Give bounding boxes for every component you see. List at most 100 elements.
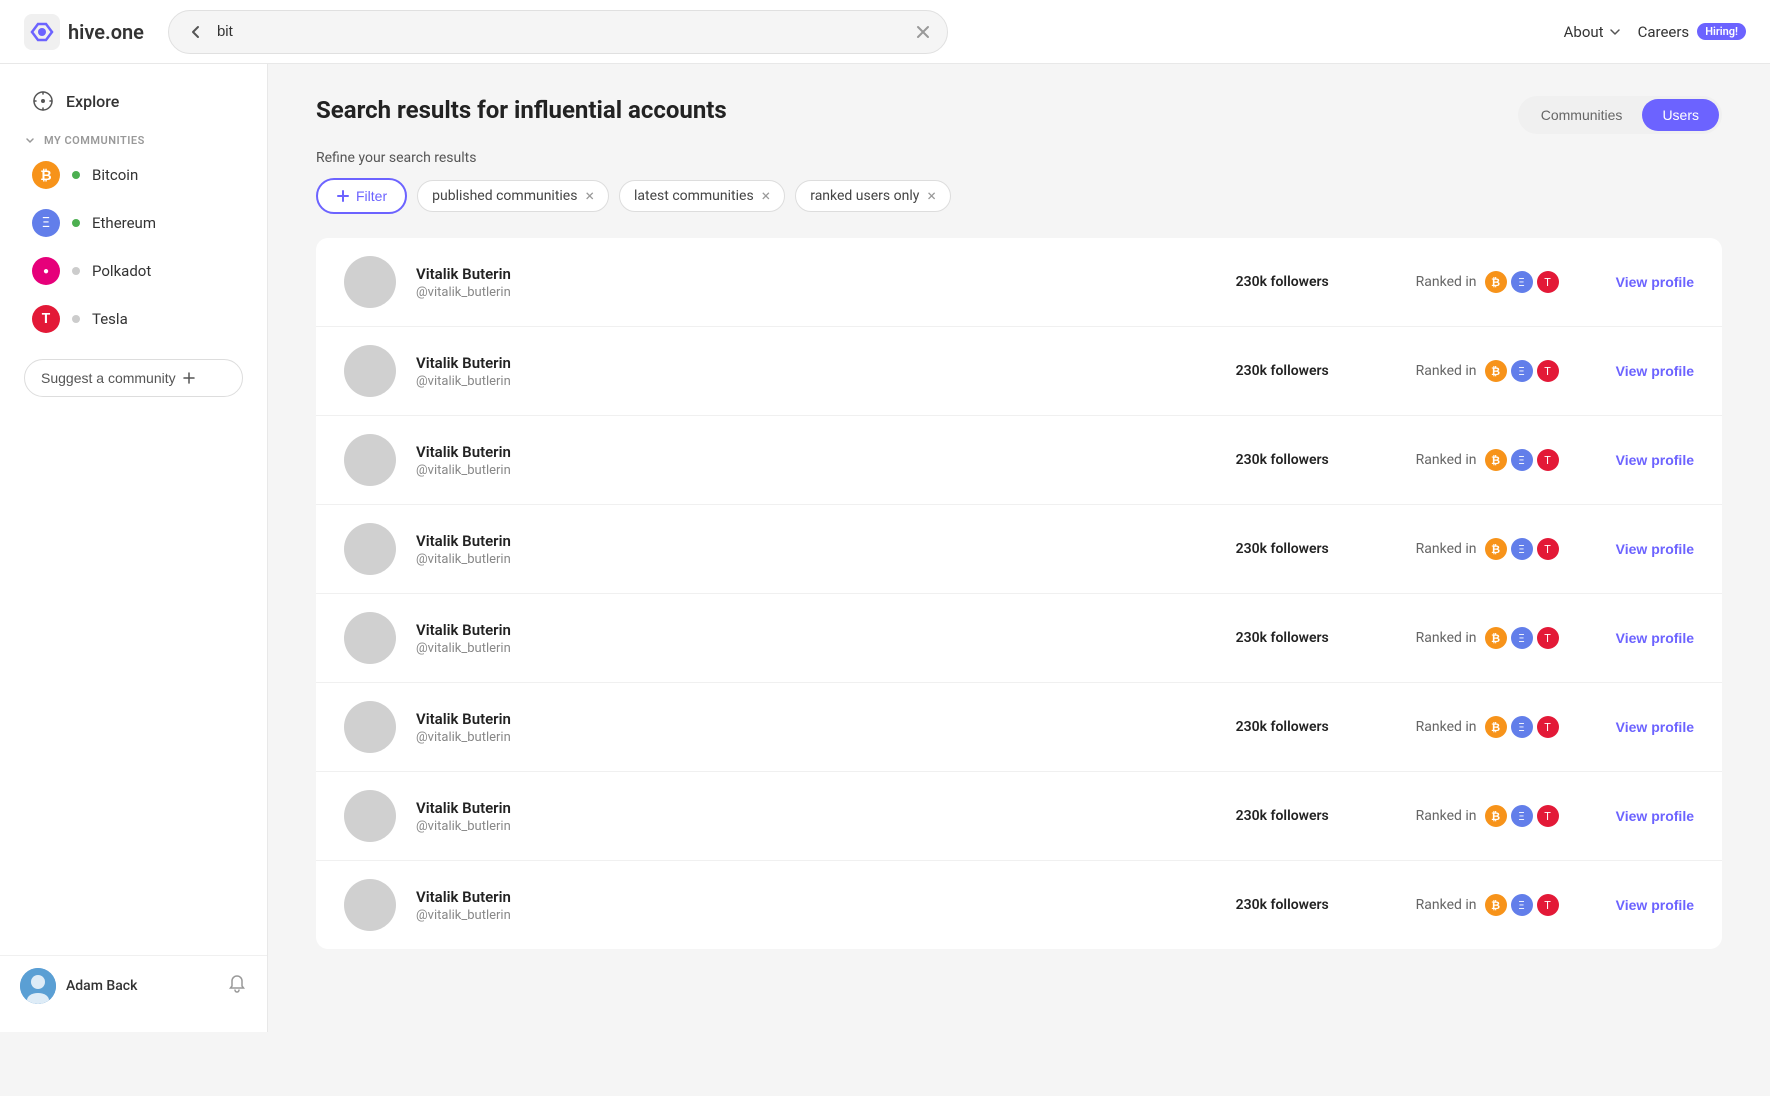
table-row: Vitalik Buterin @vitalik_butlerin 230k f…	[316, 505, 1722, 594]
result-handle: @vitalik_butlerin	[416, 819, 1216, 834]
result-name: Vitalik Buterin	[416, 710, 1216, 728]
bitcoin-community-icon: ₿	[1485, 627, 1507, 649]
search-title: Search results for influential accounts	[316, 96, 727, 124]
search-toggle: Communities Users	[1518, 96, 1722, 134]
bitcoin-icon: ₿	[32, 161, 60, 189]
bitcoin-label: Bitcoin	[92, 166, 138, 184]
result-info: Vitalik Buterin @vitalik_butlerin	[416, 710, 1216, 745]
result-ranked: Ranked in ₿ Ξ T	[1416, 538, 1596, 560]
avatar	[344, 790, 396, 842]
about-link[interactable]: About	[1564, 23, 1622, 41]
ethereum-label: Ethereum	[92, 214, 156, 232]
polkadot-icon: ●	[32, 257, 60, 285]
filter-button[interactable]: Filter	[316, 178, 407, 214]
sidebar-item-ethereum[interactable]: Ξ Ethereum	[8, 199, 259, 247]
ethereum-active-dot	[72, 219, 80, 227]
result-handle: @vitalik_butlerin	[416, 463, 1216, 478]
avatar-image	[20, 968, 56, 1004]
tesla-community-icon: T	[1537, 538, 1559, 560]
ethereum-community-icon: Ξ	[1511, 716, 1533, 738]
ethereum-community-icon: Ξ	[1511, 627, 1533, 649]
sidebar-item-tesla[interactable]: T Tesla	[8, 295, 259, 343]
result-handle: @vitalik_butlerin	[416, 374, 1216, 389]
bitcoin-community-icon: ₿	[1485, 360, 1507, 382]
filter-published-remove[interactable]: ×	[585, 188, 594, 204]
search-header: Search results for influential accounts …	[316, 96, 1722, 134]
polkadot-inactive-dot	[72, 267, 80, 275]
result-handle: @vitalik_butlerin	[416, 730, 1216, 745]
result-ranked: Ranked in ₿ Ξ T	[1416, 271, 1596, 293]
back-arrow-icon	[187, 23, 205, 41]
filter-latest-remove[interactable]: ×	[762, 188, 771, 204]
sidebar-footer: Adam Back	[0, 955, 267, 1016]
view-profile-button[interactable]: View profile	[1616, 897, 1694, 913]
logo[interactable]: hive.one	[24, 14, 144, 50]
filter-ranked-label: ranked users only	[810, 188, 919, 204]
explore-label: Explore	[66, 92, 119, 111]
view-profile-button[interactable]: View profile	[1616, 274, 1694, 290]
close-icon	[915, 24, 931, 40]
sidebar-item-polkadot[interactable]: ● Polkadot	[8, 247, 259, 295]
result-name: Vitalik Buterin	[416, 532, 1216, 550]
user-info: Adam Back	[20, 968, 137, 1004]
result-ranked: Ranked in ₿ Ξ T	[1416, 805, 1596, 827]
suggest-community-label: Suggest a community	[41, 370, 176, 386]
user-name: Adam Back	[66, 978, 137, 994]
ethereum-community-icon: Ξ	[1511, 271, 1533, 293]
view-profile-button[interactable]: View profile	[1616, 363, 1694, 379]
community-icons: ₿ Ξ T	[1485, 271, 1559, 293]
search-input[interactable]	[217, 23, 905, 40]
search-back-button[interactable]	[185, 21, 207, 43]
filter-tag-ranked: ranked users only ×	[795, 180, 951, 212]
filter-ranked-remove[interactable]: ×	[927, 188, 936, 204]
about-label: About	[1564, 23, 1604, 41]
tesla-community-icon: T	[1537, 360, 1559, 382]
avatar	[344, 345, 396, 397]
sidebar-explore[interactable]: Explore	[8, 80, 259, 122]
view-profile-button[interactable]: View profile	[1616, 719, 1694, 735]
avatar	[344, 612, 396, 664]
avatar	[344, 879, 396, 931]
tesla-community-icon: T	[1537, 894, 1559, 916]
result-info: Vitalik Buterin @vitalik_butlerin	[416, 888, 1216, 923]
tesla-inactive-dot	[72, 315, 80, 323]
view-profile-button[interactable]: View profile	[1616, 452, 1694, 468]
bell-icon[interactable]	[227, 974, 247, 998]
view-profile-button[interactable]: View profile	[1616, 808, 1694, 824]
logo-icon	[24, 14, 60, 50]
hiring-badge: Hiring!	[1697, 23, 1746, 40]
toggle-users-button[interactable]: Users	[1642, 99, 1719, 131]
toggle-communities-button[interactable]: Communities	[1521, 99, 1643, 131]
plus-icon	[182, 371, 196, 385]
result-name: Vitalik Buterin	[416, 265, 1216, 283]
view-profile-button[interactable]: View profile	[1616, 630, 1694, 646]
bitcoin-community-icon: ₿	[1485, 271, 1507, 293]
result-info: Vitalik Buterin @vitalik_butlerin	[416, 532, 1216, 567]
careers-link[interactable]: Careers Hiring!	[1638, 23, 1746, 41]
filter-tag-published: published communities ×	[417, 180, 609, 212]
result-info: Vitalik Buterin @vitalik_butlerin	[416, 354, 1216, 389]
result-ranked: Ranked in ₿ Ξ T	[1416, 627, 1596, 649]
search-clear-button[interactable]	[915, 24, 931, 40]
ethereum-community-icon: Ξ	[1511, 894, 1533, 916]
header: hive.one About Careers Hiring!	[0, 0, 1770, 64]
sidebar: Explore MY COMMUNITIES ₿ Bitcoin Ξ Ether…	[0, 64, 268, 1032]
result-handle: @vitalik_butlerin	[416, 552, 1216, 567]
sidebar-item-bitcoin[interactable]: ₿ Bitcoin	[8, 151, 259, 199]
table-row: Vitalik Buterin @vitalik_butlerin 230k f…	[316, 416, 1722, 505]
tesla-community-icon: T	[1537, 449, 1559, 471]
result-info: Vitalik Buterin @vitalik_butlerin	[416, 443, 1216, 478]
tesla-community-icon: T	[1537, 805, 1559, 827]
community-icons: ₿ Ξ T	[1485, 716, 1559, 738]
result-followers: 230k followers	[1236, 363, 1396, 379]
view-profile-button[interactable]: View profile	[1616, 541, 1694, 557]
polkadot-label: Polkadot	[92, 262, 151, 280]
avatar	[344, 523, 396, 575]
filters-row: Filter published communities × latest co…	[316, 178, 1722, 214]
result-ranked: Ranked in ₿ Ξ T	[1416, 360, 1596, 382]
logo-text: hive.one	[68, 20, 144, 44]
suggest-community-button[interactable]: Suggest a community	[24, 359, 243, 397]
result-ranked: Ranked in ₿ Ξ T	[1416, 449, 1596, 471]
result-followers: 230k followers	[1236, 274, 1396, 290]
result-followers: 230k followers	[1236, 897, 1396, 913]
